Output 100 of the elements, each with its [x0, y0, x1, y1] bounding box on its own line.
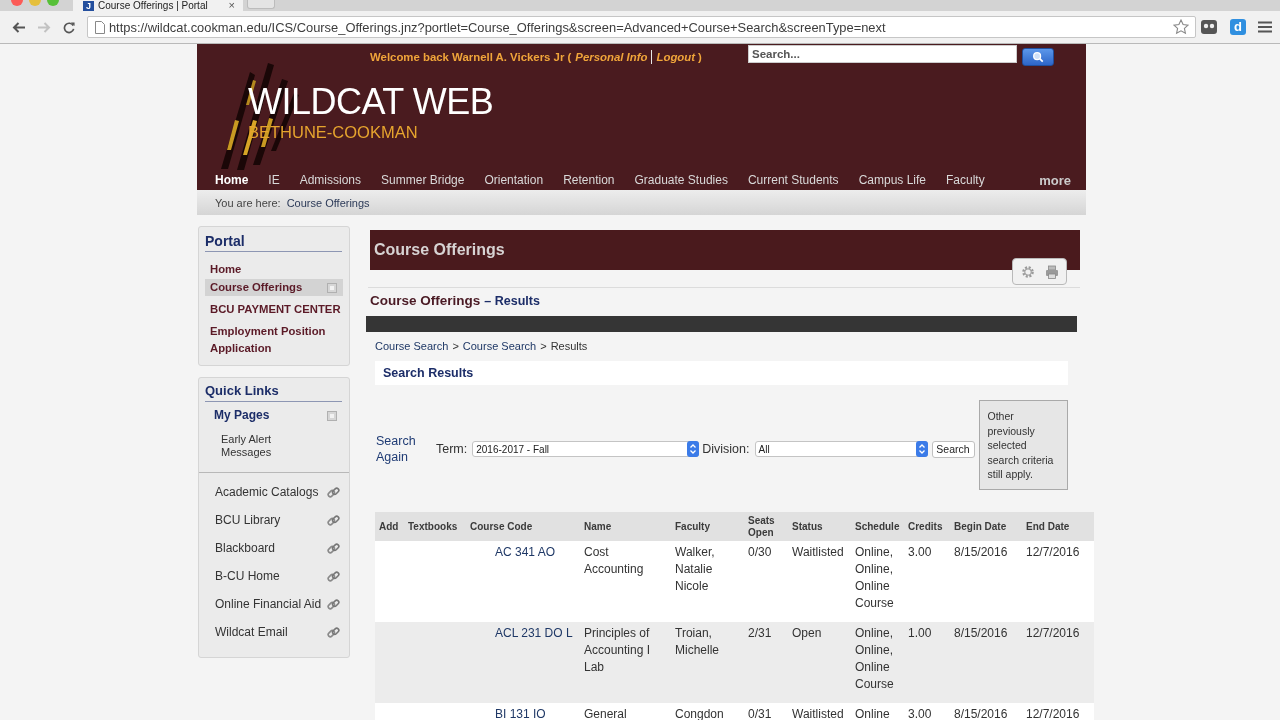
- table-cell-text: 12/7/2016: [1025, 625, 1081, 642]
- search-button[interactable]: Search: [931, 440, 975, 458]
- search-field[interactable]: Search...: [748, 45, 1017, 63]
- table-cell-text: Walker, Natalie Nicole: [674, 544, 716, 595]
- section-title: Search Results: [382, 366, 474, 380]
- nav-tab[interactable]: Current Students: [747, 172, 839, 188]
- welcome-text: ): [698, 50, 702, 64]
- breadcrumb-link[interactable]: Course Search: [375, 340, 449, 353]
- portal-menu-item[interactable]: Course Offerings: [205, 279, 343, 296]
- url-text: https://wildcat.cookman.edu/ICS/Course_Offerings.jnz?portlet=Course_Offerings&screen=Advanced+Course+Search&screenType=next: [108, 19, 886, 35]
- page-subheading: – Results: [484, 293, 540, 309]
- settings-icon[interactable]: [1020, 264, 1035, 279]
- menu-icon[interactable]: [1258, 21, 1272, 33]
- back-arrow-icon: [12, 20, 26, 34]
- column-header: Faculty: [674, 520, 711, 533]
- table-cell-text: 0/30: [747, 544, 773, 561]
- portal-menu-item[interactable]: BCU PAYMENT CENTER: [205, 301, 347, 318]
- chain-link-icon: [327, 569, 340, 583]
- address-bar[interactable]: https://wildcat.cookman.edu/ICS/Course_Offerings.jnz?portlet=Course_Offerings&screen=Advanced+Course+Search&screenType=next: [86, 16, 1197, 38]
- table-cell-text: General: [583, 706, 628, 720]
- portlet-title: Course Offerings: [373, 241, 505, 259]
- collapse-toggle-icon[interactable]: [327, 410, 337, 421]
- nav-tab[interactable]: Orientation: [484, 172, 544, 188]
- column-header: Schedule: [854, 520, 901, 533]
- header-link[interactable]: Logout: [651, 50, 696, 64]
- quick-link[interactable]: Wildcat Email: [215, 625, 288, 639]
- column-header: Course Code: [469, 520, 534, 533]
- tab-close-button[interactable]: ×: [228, 0, 235, 11]
- field-label: Term:: [436, 442, 468, 456]
- sub-page-link[interactable]: Early Alert Messages: [221, 433, 293, 459]
- my-pages-link[interactable]: My Pages: [214, 407, 270, 424]
- browser-tab[interactable]: J Course Offerings | Portal ×: [73, 0, 243, 11]
- menu-item-label: Course Offerings: [210, 280, 303, 295]
- table-cell-text: Online, Online, Online Course: [854, 544, 895, 612]
- division-select[interactable]: All: [754, 441, 928, 457]
- table-cell-text: 3.00: [907, 544, 933, 561]
- favicon-icon: J: [83, 0, 94, 11]
- nav-tab[interactable]: IE: [268, 172, 280, 188]
- term-select[interactable]: 2016-2017 - Fall: [472, 441, 700, 457]
- chain-link-icon: [327, 597, 340, 611]
- column-header: Name: [583, 520, 613, 533]
- breadcrumb-separator: >: [452, 340, 459, 353]
- field-label: Division:: [702, 442, 750, 456]
- table-cell-text: Cost Accounting: [583, 544, 645, 578]
- quick-link[interactable]: Online Financial Aid: [215, 597, 322, 611]
- nav-tab[interactable]: Summer Bridge: [381, 172, 465, 188]
- note-box: Other previously selected search criteria still apply.: [978, 400, 1068, 490]
- window-zoom-icon[interactable]: [47, 0, 59, 6]
- table-cell-text: Waitlisted: [791, 544, 845, 561]
- search-again-link[interactable]: Search Again: [376, 433, 426, 465]
- header-link[interactable]: Personal Info: [575, 50, 648, 64]
- search-icon: [1032, 51, 1044, 63]
- quick-link[interactable]: B-CU Home: [215, 569, 280, 583]
- breadcrumb-label: You are here:: [215, 196, 281, 209]
- portal-menu-item[interactable]: Employment Position Application: [205, 323, 347, 357]
- bookmark-star-icon[interactable]: [1173, 19, 1190, 35]
- table-cell-text: Waitlisted: [791, 706, 845, 720]
- menu-item-label: Employment Position Application: [210, 324, 327, 356]
- course-code-link[interactable]: AC 341 AO: [495, 545, 556, 559]
- table-cell-text: 8/15/2016: [953, 625, 1009, 642]
- collapse-toggle-icon[interactable]: [327, 282, 337, 293]
- column-header: Add: [378, 520, 400, 533]
- menu-item-label: BCU PAYMENT CENTER: [210, 302, 341, 317]
- nav-tab[interactable]: Admissions: [299, 172, 362, 188]
- chain-link-icon: [327, 485, 340, 499]
- nav-tab[interactable]: Graduate Studies: [634, 172, 728, 188]
- table-cell-text: Online, Online, Online Course: [854, 625, 895, 693]
- new-tab-button[interactable]: [247, 0, 275, 9]
- quick-link[interactable]: BCU Library: [215, 513, 281, 527]
- table-cell-text: 0/31: [747, 706, 773, 720]
- breadcrumb-current: Results: [550, 340, 588, 353]
- table-cell-text: 8/15/2016: [953, 706, 1009, 720]
- table-cell-text: Principles of Accounting I Lab: [583, 625, 652, 676]
- panel-title: Portal: [205, 233, 342, 252]
- portal-menu-item[interactable]: Home: [205, 261, 347, 278]
- window-close-icon[interactable]: [11, 0, 23, 6]
- column-header: Begin Date: [953, 520, 1008, 533]
- more-link[interactable]: more: [1039, 172, 1071, 188]
- nav-tab[interactable]: Home: [215, 172, 249, 188]
- course-code-link[interactable]: ACL 231 DO L: [495, 626, 573, 640]
- search-button[interactable]: [1022, 48, 1054, 66]
- nav-tab[interactable]: Faculty: [946, 172, 985, 188]
- nav-tab[interactable]: Retention: [563, 172, 615, 188]
- table-cell-text: Open: [791, 625, 823, 642]
- table-cell-text: 8/15/2016: [953, 544, 1009, 561]
- column-header: Textbooks: [407, 520, 459, 533]
- extension-icon[interactable]: [1201, 19, 1218, 35]
- column-header: Seats Open: [747, 514, 776, 539]
- breadcrumb-link[interactable]: Course Search: [462, 340, 537, 353]
- quick-link[interactable]: Blackboard: [215, 541, 276, 555]
- quick-link[interactable]: Academic Catalogs: [215, 485, 319, 499]
- column-header: End Date: [1025, 520, 1071, 533]
- table-cell-text: Online: [854, 706, 891, 720]
- breadcrumb-link[interactable]: Course Offerings: [286, 196, 370, 209]
- column-header: Status: [791, 520, 824, 533]
- page-heading: Course Offerings: [370, 293, 481, 309]
- table-cell-text: Congdon: [674, 706, 725, 720]
- course-code-link[interactable]: BI 131 IO: [495, 707, 546, 720]
- nav-tab[interactable]: Campus Life: [858, 172, 926, 188]
- print-icon[interactable]: [1044, 264, 1059, 279]
